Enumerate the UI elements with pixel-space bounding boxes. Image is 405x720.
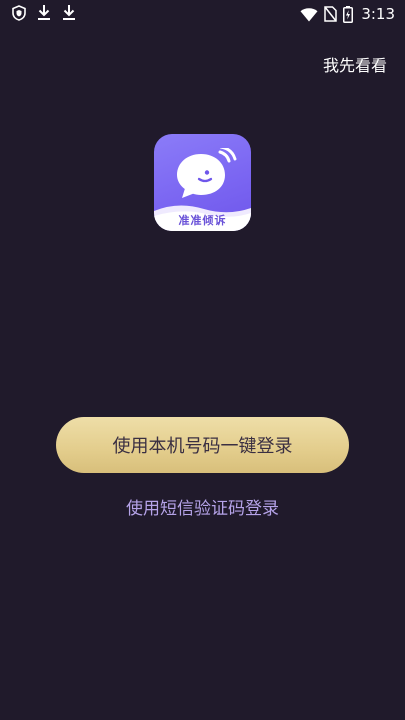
status-time: 3:13 — [361, 5, 395, 23]
shield-icon — [12, 4, 26, 21]
app-logo: 准准倾诉 — [154, 134, 251, 231]
skip-login-link[interactable]: 我先看看 — [323, 55, 387, 77]
wifi-icon — [300, 7, 318, 22]
status-bar-system: 3:13 — [300, 4, 395, 24]
battery-charging-icon — [343, 5, 354, 23]
one-click-login-button[interactable]: 使用本机号码一键登录 — [56, 417, 349, 473]
status-bar: 3:13 — [0, 0, 405, 28]
download-icon — [37, 4, 51, 21]
status-bar-notifications — [12, 4, 76, 21]
sms-login-link[interactable]: 使用短信验证码登录 — [0, 497, 405, 521]
download-icon — [62, 4, 76, 21]
logo-app-name: 准准倾诉 — [178, 214, 227, 227]
no-sim-icon — [324, 6, 338, 22]
